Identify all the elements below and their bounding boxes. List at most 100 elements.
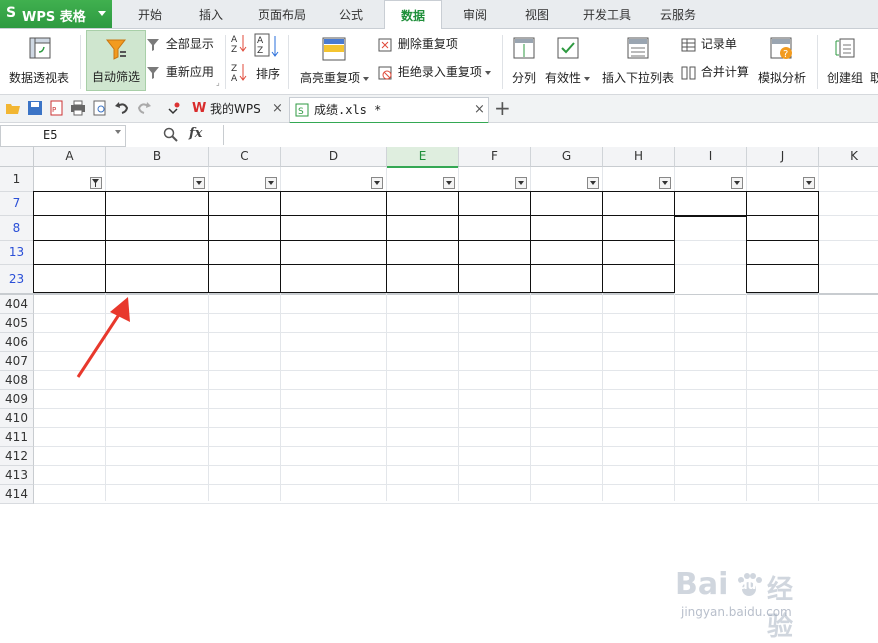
- save-icon[interactable]: [27, 100, 43, 116]
- create-group-button[interactable]: 创建组: [822, 33, 868, 89]
- insert-dropdown-list-button[interactable]: 插入下拉列表: [599, 33, 677, 89]
- filter-dropdown-button[interactable]: [803, 177, 815, 189]
- sort-desc-button[interactable]: ZA: [231, 62, 247, 85]
- row-header-408[interactable]: 408: [0, 371, 34, 390]
- row-header-7[interactable]: 7: [0, 192, 34, 216]
- table-border: [386, 191, 387, 293]
- spreadsheet-grid[interactable]: ABCDEFGHIJK 1 7 8 13 23 404 405 406 407 408 409 410…: [0, 147, 878, 642]
- export-pdf-icon[interactable]: P: [49, 100, 65, 116]
- consolidate-icon: [681, 66, 696, 79]
- column-header-e[interactable]: E: [387, 147, 459, 168]
- doc-tab-my-wps[interactable]: W 我的WPS ×: [186, 97, 288, 121]
- column-header-f[interactable]: F: [459, 147, 531, 167]
- ungroup-label-partial[interactable]: 取: [870, 69, 878, 86]
- column-header-d[interactable]: D: [281, 147, 387, 167]
- row-header-406[interactable]: 406: [0, 333, 34, 352]
- group-dialog-launcher-icon[interactable]: ⌟: [216, 78, 220, 87]
- tab-review[interactable]: 审阅: [453, 0, 497, 28]
- row-header-413[interactable]: 413: [0, 466, 34, 485]
- column-header-i[interactable]: I: [675, 147, 747, 167]
- tab-data[interactable]: 数据: [384, 0, 442, 30]
- undo-icon[interactable]: [114, 100, 130, 116]
- watermark-url: jingyan.baidu.com: [681, 605, 792, 619]
- sort-asc-button[interactable]: AZ: [231, 33, 247, 56]
- customize-toolbar-icon[interactable]: [166, 100, 182, 116]
- filter-dropdown-button[interactable]: [731, 177, 743, 189]
- column-header-k[interactable]: K: [819, 147, 878, 167]
- column-header-h[interactable]: H: [603, 147, 675, 167]
- filter-dropdown-button[interactable]: [265, 177, 277, 189]
- filter-dropdown-button[interactable]: [659, 177, 671, 189]
- open-folder-icon[interactable]: [5, 100, 21, 116]
- split-columns-button[interactable]: 分列: [506, 33, 542, 89]
- doc-tab-grades-xls[interactable]: S 成绩.xls * ×: [289, 97, 489, 124]
- close-icon[interactable]: ×: [474, 98, 485, 122]
- wps-w-icon: W: [192, 101, 207, 116]
- column-header-g[interactable]: G: [531, 147, 603, 167]
- name-box[interactable]: E5: [0, 125, 126, 147]
- row-header-414[interactable]: 414: [0, 485, 34, 504]
- chevron-down-icon[interactable]: [115, 130, 121, 134]
- new-tab-plus-icon[interactable]: +: [494, 96, 511, 120]
- tab-formula[interactable]: 公式: [329, 0, 373, 28]
- filter-dropdown-button[interactable]: [193, 177, 205, 189]
- print-preview-icon[interactable]: [92, 100, 108, 116]
- app-menu-button[interactable]: S WPS 表格: [0, 0, 112, 28]
- row-header-410[interactable]: 410: [0, 409, 34, 428]
- reject-duplicates-button[interactable]: 拒绝录入重复项: [378, 63, 491, 80]
- show-all-button[interactable]: 全部显示: [146, 35, 214, 52]
- gridline: [34, 446, 878, 447]
- filter-dropdown-button[interactable]: [371, 177, 383, 189]
- row-header-412[interactable]: 412: [0, 447, 34, 466]
- redo-icon[interactable]: [136, 100, 152, 116]
- insert-function-button[interactable]: fx: [189, 126, 202, 141]
- autofilter-button[interactable]: 自动筛选: [86, 30, 146, 91]
- filter-dropdown-button[interactable]: [515, 177, 527, 189]
- active-filter-button[interactable]: [90, 177, 102, 189]
- divider: [502, 35, 503, 89]
- row-header-23[interactable]: 23: [0, 265, 34, 295]
- select-all-corner[interactable]: [0, 147, 34, 167]
- tab-insert[interactable]: 插入: [189, 0, 233, 28]
- highlight-duplicates-icon: [322, 37, 346, 61]
- table-border: [458, 191, 459, 293]
- close-icon[interactable]: ×: [272, 97, 283, 121]
- consolidate-button[interactable]: 合并计算: [681, 63, 749, 80]
- tab-page-layout[interactable]: 页面布局: [251, 0, 313, 28]
- zoom-icon[interactable]: [163, 127, 179, 143]
- record-form-button[interactable]: 记录单: [681, 35, 737, 52]
- dropdown-list-icon: [627, 37, 649, 59]
- tab-developer[interactable]: 开发工具: [576, 0, 638, 28]
- tab-cloud[interactable]: 云服务: [653, 0, 703, 28]
- tab-home[interactable]: 开始: [128, 0, 172, 28]
- filter-dropdown-button[interactable]: [587, 177, 599, 189]
- what-if-analysis-button[interactable]: ? 模拟分析: [754, 33, 810, 89]
- formula-input[interactable]: [223, 125, 878, 145]
- reapply-button[interactable]: 重新应用: [146, 63, 214, 80]
- pivot-table-icon: [29, 37, 51, 59]
- column-header-c[interactable]: C: [209, 147, 281, 167]
- remove-duplicates-button[interactable]: 删除重复项: [378, 35, 458, 52]
- filter-dropdown-button[interactable]: [443, 177, 455, 189]
- column-header-j[interactable]: J: [747, 147, 819, 167]
- pivot-table-button[interactable]: 数据透视表: [4, 33, 74, 89]
- row-header-13[interactable]: 13: [0, 241, 34, 265]
- tab-view[interactable]: 视图: [515, 0, 559, 28]
- svg-text:Z: Z: [231, 64, 237, 74]
- print-icon[interactable]: [70, 100, 86, 116]
- quick-access-toolbar: P W 我的WPS × S 成绩.xls * × +: [0, 95, 878, 124]
- highlight-duplicates-button[interactable]: 高亮重复项: [296, 33, 372, 89]
- column-header-b[interactable]: B: [106, 147, 209, 167]
- row-header-405[interactable]: 405: [0, 314, 34, 333]
- row-header-404[interactable]: 404: [0, 295, 34, 314]
- row-header-411[interactable]: 411: [0, 428, 34, 447]
- svg-text:?: ?: [783, 49, 788, 60]
- validity-button[interactable]: 有效性: [543, 33, 593, 89]
- column-header-a[interactable]: A: [34, 147, 106, 167]
- sort-custom-button[interactable]: AZ: [254, 33, 280, 62]
- row-header-8[interactable]: 8: [0, 216, 34, 241]
- row-header-407[interactable]: 407: [0, 352, 34, 371]
- row-header-409[interactable]: 409: [0, 390, 34, 409]
- row-header-1[interactable]: 1: [0, 167, 34, 192]
- watermark-paw-text: du: [739, 578, 757, 592]
